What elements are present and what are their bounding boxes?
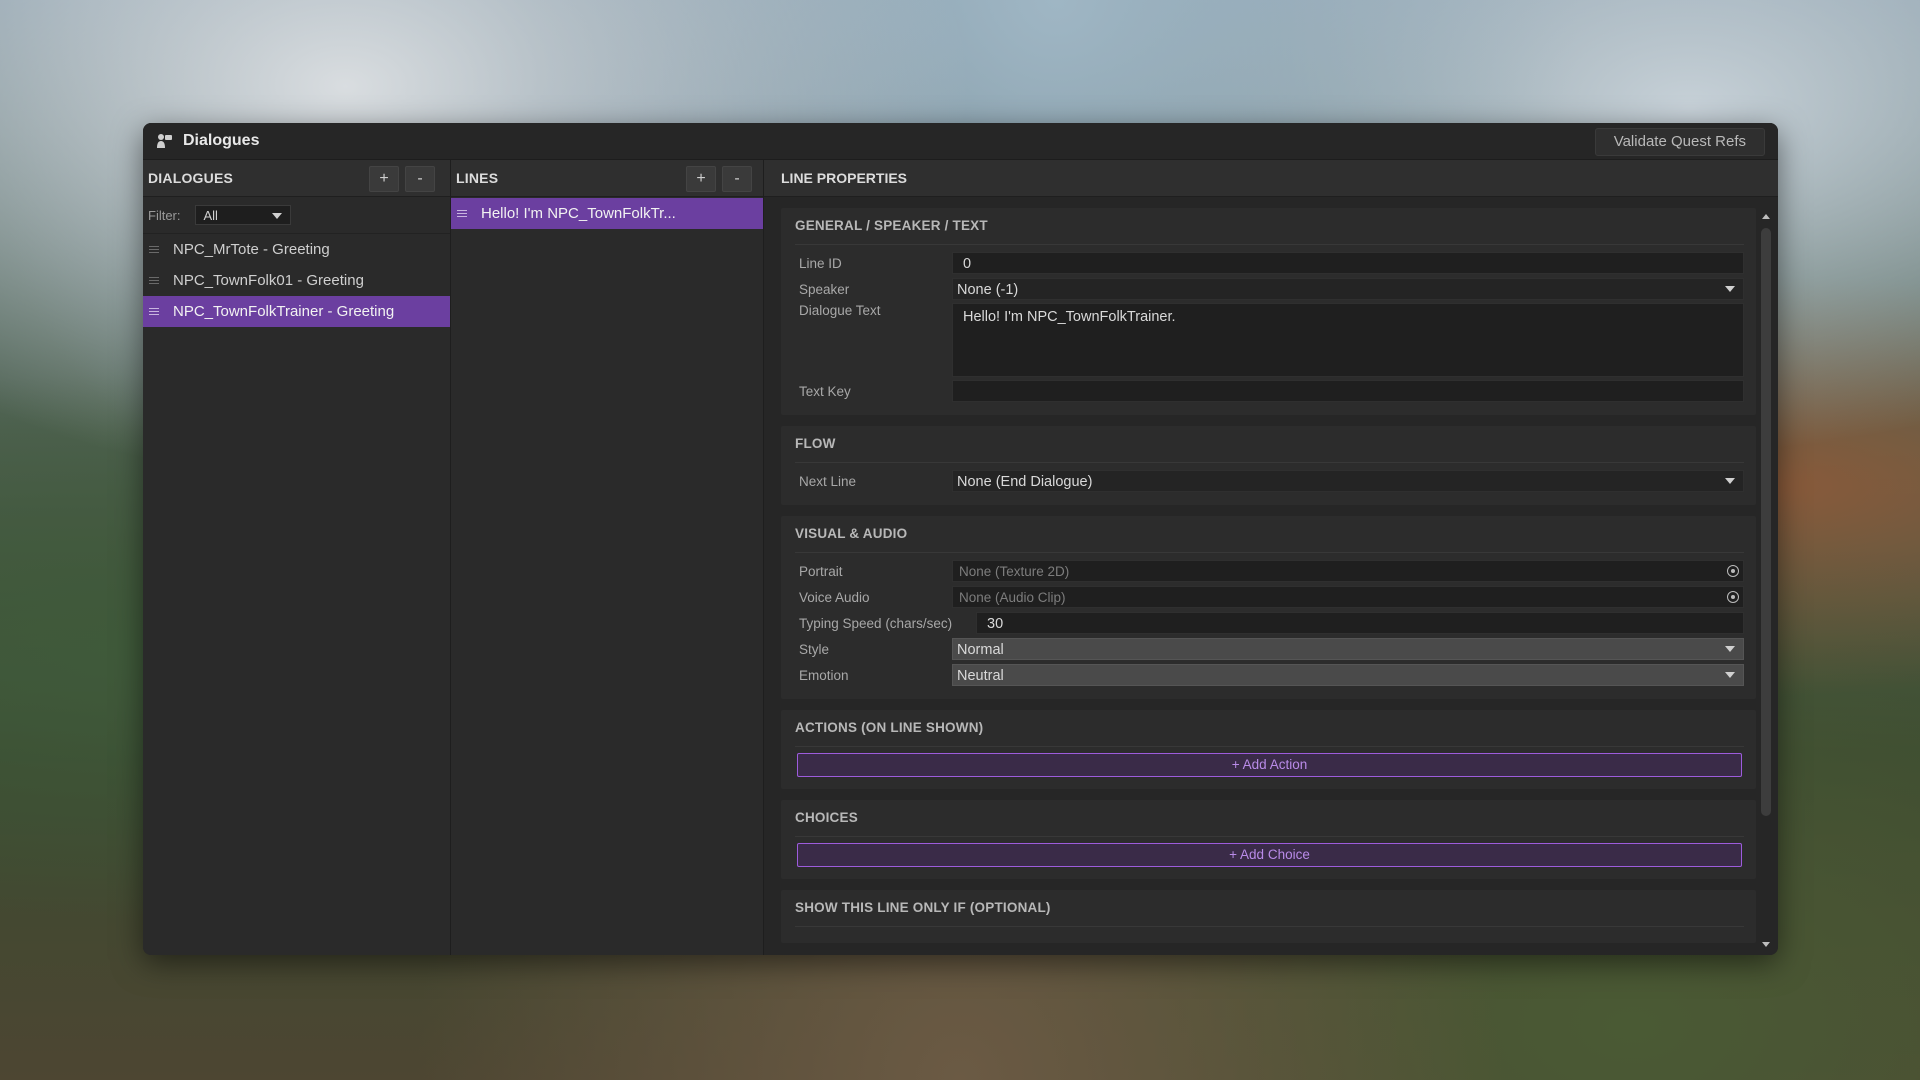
style-dropdown[interactable]: Normal <box>952 638 1744 660</box>
chevron-down-icon <box>1725 478 1735 484</box>
section-title: CHOICES <box>795 800 1744 837</box>
visual-audio-section: VISUAL & AUDIO Portrait None (Texture 2D… <box>781 516 1756 699</box>
scroll-up-arrow-icon[interactable] <box>1762 214 1770 219</box>
chevron-down-icon <box>1725 286 1735 292</box>
portrait-object-field[interactable]: None (Texture 2D) <box>952 560 1744 582</box>
line-properties-header: LINE PROPERTIES <box>764 160 1778 197</box>
lines-panel: LINES + - Hello! I'm NPC_TownFolkTr... <box>451 160 764 955</box>
filter-value: All <box>203 208 218 223</box>
window-title: Dialogues <box>183 132 260 149</box>
filter-dropdown[interactable]: All <box>194 205 291 225</box>
emotion-dropdown[interactable]: Neutral <box>952 664 1744 686</box>
drag-handle-icon[interactable] <box>457 210 467 217</box>
text-key-field[interactable] <box>952 380 1744 402</box>
line-id-label: Line ID <box>799 255 842 271</box>
line-id-row: Line ID 0 <box>795 251 1744 275</box>
lines-header: LINES + - <box>451 160 763 197</box>
drag-handle-icon[interactable] <box>149 246 159 253</box>
chevron-down-icon <box>1725 646 1735 652</box>
section-title: VISUAL & AUDIO <box>795 516 1744 553</box>
actions-section: ACTIONS (ON LINE SHOWN) + Add Action <box>781 710 1756 789</box>
portrait-label: Portrait <box>799 563 843 579</box>
line-id-field[interactable]: 0 <box>952 252 1744 274</box>
voice-audio-value: None (Audio Clip) <box>959 590 1066 605</box>
line-properties-header-label: LINE PROPERTIES <box>781 170 908 186</box>
properties-scrollbar[interactable] <box>1760 214 1772 955</box>
dialogues-panel: DIALOGUES + - Filter: All NPC_MrTote - G… <box>143 160 451 955</box>
choices-section: CHOICES + Add Choice <box>781 800 1756 879</box>
general-section: GENERAL / SPEAKER / TEXT Line ID 0 Speak… <box>781 208 1756 415</box>
typing-speed-field[interactable]: 30 <box>976 612 1744 634</box>
line-item-label: Hello! I'm NPC_TownFolkTr... <box>481 205 676 222</box>
section-title: FLOW <box>795 426 1744 463</box>
dialogue-list-item-selected[interactable]: NPC_TownFolkTrainer - Greeting <box>143 296 450 327</box>
next-line-value: None (End Dialogue) <box>957 474 1093 490</box>
dialogue-text-label: Dialogue Text <box>799 303 881 318</box>
emotion-value: Neutral <box>957 668 1004 684</box>
window-titlebar: Dialogues Validate Quest Refs <box>143 123 1778 160</box>
next-line-dropdown[interactable]: None (End Dialogue) <box>952 470 1744 492</box>
properties-scroll-area[interactable]: GENERAL / SPEAKER / TEXT Line ID 0 Speak… <box>781 208 1756 955</box>
emotion-row: Emotion Neutral <box>795 663 1744 687</box>
add-choice-button[interactable]: + Add Choice <box>797 843 1742 867</box>
section-title: ACTIONS (ON LINE SHOWN) <box>795 710 1744 747</box>
filter-label: Filter: <box>148 207 181 223</box>
drag-handle-icon[interactable] <box>149 277 159 284</box>
add-action-button[interactable]: + Add Action <box>797 753 1742 777</box>
emotion-label: Emotion <box>799 667 849 683</box>
dialogue-text-row: Dialogue Text Hello! I'm NPC_TownFolkTra… <box>795 303 1744 377</box>
line-properties-panel: LINE PROPERTIES GENERAL / SPEAKER / TEXT… <box>764 160 1778 955</box>
text-key-label: Text Key <box>799 383 851 399</box>
scroll-down-arrow-icon[interactable] <box>1762 942 1770 947</box>
remove-dialogue-button[interactable]: - <box>405 166 435 192</box>
typing-speed-label: Typing Speed (chars/sec) <box>799 615 953 631</box>
drag-handle-icon[interactable] <box>149 308 159 315</box>
speaker-value: None (-1) <box>957 282 1019 298</box>
typing-speed-row: Typing Speed (chars/sec) 30 <box>795 611 1744 635</box>
object-picker-icon[interactable] <box>1727 591 1739 603</box>
portrait-row: Portrait None (Texture 2D) <box>795 559 1744 583</box>
style-value: Normal <box>957 642 1004 658</box>
dialogues-window: Dialogues Validate Quest Refs DIALOGUES … <box>143 123 1778 955</box>
speaker-dropdown[interactable]: None (-1) <box>952 278 1744 300</box>
speaker-row: Speaker None (-1) <box>795 277 1744 301</box>
dialogue-text-area[interactable]: Hello! I'm NPC_TownFolkTrainer. <box>952 303 1744 377</box>
dialogues-header: DIALOGUES + - <box>143 160 450 197</box>
object-picker-icon[interactable] <box>1727 565 1739 577</box>
add-line-button[interactable]: + <box>686 166 716 192</box>
text-key-row: Text Key <box>795 379 1744 403</box>
portrait-value: None (Texture 2D) <box>959 564 1070 579</box>
voice-audio-label: Voice Audio <box>799 589 870 605</box>
next-line-label: Next Line <box>799 473 857 489</box>
filter-row: Filter: All <box>143 197 450 234</box>
chevron-down-icon <box>271 213 282 219</box>
speaker-label: Speaker <box>799 281 850 297</box>
dialogues-header-label: DIALOGUES <box>148 170 234 186</box>
voice-audio-object-field[interactable]: None (Audio Clip) <box>952 586 1744 608</box>
lines-header-label: LINES <box>456 170 499 186</box>
scrollbar-thumb[interactable] <box>1761 228 1771 816</box>
dialogue-list: NPC_MrTote - Greeting NPC_TownFolk01 - G… <box>143 234 450 327</box>
dialogue-app-icon <box>155 132 173 150</box>
section-title: SHOW THIS LINE ONLY IF (OPTIONAL) <box>795 890 1744 927</box>
voice-audio-row: Voice Audio None (Audio Clip) <box>795 585 1744 609</box>
flow-section: FLOW Next Line None (End Dialogue) <box>781 426 1756 505</box>
validate-quest-refs-button[interactable]: Validate Quest Refs <box>1594 128 1765 156</box>
style-row: Style Normal <box>795 637 1744 661</box>
chevron-down-icon <box>1725 672 1735 678</box>
dialogue-item-label: NPC_MrTote - Greeting <box>173 241 330 258</box>
dialogue-item-label: NPC_TownFolkTrainer - Greeting <box>173 303 395 320</box>
dialogue-item-label: NPC_TownFolk01 - Greeting <box>173 272 364 289</box>
condition-section: SHOW THIS LINE ONLY IF (OPTIONAL) <box>781 890 1756 943</box>
line-list-item-selected[interactable]: Hello! I'm NPC_TownFolkTr... <box>451 198 763 229</box>
style-label: Style <box>799 641 830 657</box>
dialogue-list-item[interactable]: NPC_TownFolk01 - Greeting <box>143 265 450 296</box>
section-title: GENERAL / SPEAKER / TEXT <box>795 208 1744 245</box>
next-line-row: Next Line None (End Dialogue) <box>795 469 1744 493</box>
dialogue-list-item[interactable]: NPC_MrTote - Greeting <box>143 234 450 265</box>
add-dialogue-button[interactable]: + <box>369 166 399 192</box>
line-list: Hello! I'm NPC_TownFolkTr... <box>451 198 763 229</box>
remove-line-button[interactable]: - <box>722 166 752 192</box>
